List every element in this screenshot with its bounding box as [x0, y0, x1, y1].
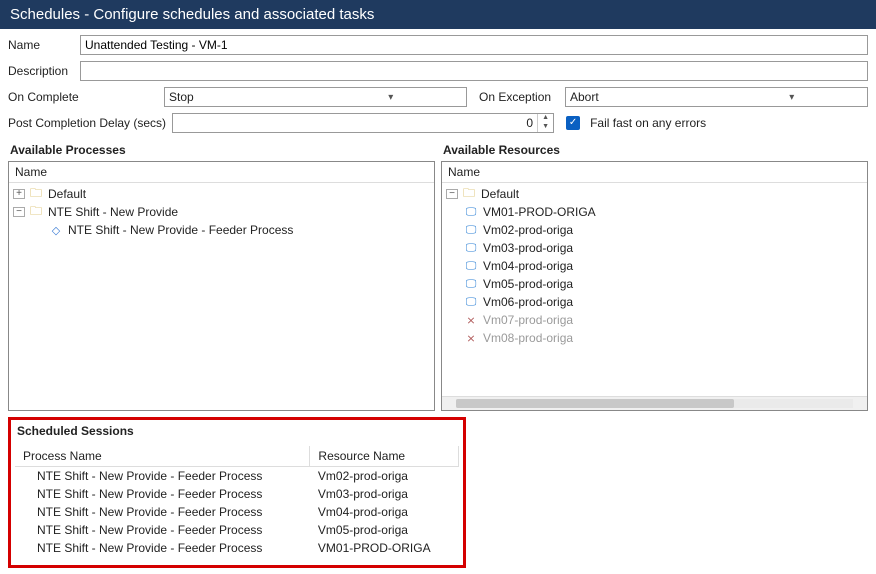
- process-group-label: NTE Shift - New Provide: [48, 205, 178, 219]
- monitor-icon: 🖵: [464, 259, 478, 273]
- label-on-complete: On Complete: [8, 90, 158, 104]
- session-resource-cell: Vm04-prod-origa: [310, 503, 459, 521]
- folder-icon: 🗀: [29, 187, 43, 201]
- folder-icon: 🗀: [29, 205, 43, 219]
- available-resources-title: Available Resources: [443, 143, 868, 157]
- scheduled-sessions-table: Process Name Resource Name NTE Shift - N…: [15, 446, 459, 557]
- expand-icon[interactable]: +: [13, 189, 25, 199]
- label-fail-fast: Fail fast on any errors: [590, 116, 706, 130]
- resource-item-label: VM01-PROD-ORIGA: [483, 205, 596, 219]
- label-on-exception: On Exception: [479, 90, 559, 104]
- process-icon: ◇: [49, 223, 63, 237]
- table-row[interactable]: NTE Shift - New Provide - Feeder Process…: [15, 503, 459, 521]
- name-field[interactable]: [80, 35, 868, 55]
- col-resource-header[interactable]: Resource Name: [310, 446, 459, 467]
- resource-tree-item[interactable]: 🖵 Vm02-prod-origa: [446, 221, 863, 239]
- resource-tree-item[interactable]: 🖵 VM01-PROD-ORIGA: [446, 203, 863, 221]
- stepper-down-icon[interactable]: ▼: [538, 123, 553, 132]
- session-resource-cell: VM01-PROD-ORIGA: [310, 539, 459, 557]
- resource-tree-item[interactable]: 🖵 Vm06-prod-origa: [446, 293, 863, 311]
- resources-name-header[interactable]: Name: [442, 162, 867, 183]
- label-name: Name: [8, 38, 74, 52]
- table-row[interactable]: NTE Shift - New Provide - Feeder Process…: [15, 521, 459, 539]
- table-row[interactable]: NTE Shift - New Provide - Feeder Process…: [15, 539, 459, 557]
- process-tree-root[interactable]: + 🗀 Default: [13, 185, 430, 203]
- session-resource-cell: Vm02-prod-origa: [310, 467, 459, 486]
- processes-name-header[interactable]: Name: [9, 162, 434, 183]
- resource-tree-item[interactable]: 🖵 Vm03-prod-origa: [446, 239, 863, 257]
- resource-root-label: Default: [481, 187, 519, 201]
- description-field[interactable]: [80, 61, 868, 81]
- scheduled-sessions-section: Scheduled Sessions Process Name Resource…: [8, 417, 466, 568]
- resource-tree-item[interactable]: ⨯ Vm08-prod-origa: [446, 329, 863, 347]
- session-process-cell: NTE Shift - New Provide - Feeder Process: [15, 467, 310, 486]
- resource-tree-item[interactable]: 🖵 Vm04-prod-origa: [446, 257, 863, 275]
- resource-tree-item[interactable]: 🖵 Vm05-prod-origa: [446, 275, 863, 293]
- horizontal-scrollbar[interactable]: [442, 396, 867, 410]
- monitor-icon: 🖵: [464, 223, 478, 237]
- on-complete-select[interactable]: Stop ▾: [164, 87, 467, 107]
- resource-item-label: Vm08-prod-origa: [483, 331, 573, 345]
- monitor-offline-icon: ⨯: [464, 331, 478, 345]
- session-resource-cell: Vm05-prod-origa: [310, 521, 459, 539]
- resource-item-label: Vm07-prod-origa: [483, 313, 573, 327]
- monitor-icon: 🖵: [464, 241, 478, 255]
- session-process-cell: NTE Shift - New Provide - Feeder Process: [15, 503, 310, 521]
- scheduled-sessions-title: Scheduled Sessions: [17, 424, 459, 438]
- post-delay-value: 0: [173, 114, 537, 132]
- collapse-icon[interactable]: −: [13, 207, 25, 217]
- fail-fast-checkbox[interactable]: ✓: [566, 116, 580, 130]
- resource-tree-root[interactable]: − 🗀 Default: [446, 185, 863, 203]
- monitor-icon: 🖵: [464, 295, 478, 309]
- resource-item-label: Vm06-prod-origa: [483, 295, 573, 309]
- available-processes-panel: Name + 🗀 Default − 🗀 NTE Shift - New Pro…: [8, 161, 435, 411]
- post-delay-stepper[interactable]: 0 ▲ ▼: [172, 113, 554, 133]
- chevron-down-icon: ▾: [717, 92, 868, 103]
- on-exception-select[interactable]: Abort ▾: [565, 87, 868, 107]
- monitor-icon: 🖵: [464, 277, 478, 291]
- session-resource-cell: Vm03-prod-origa: [310, 485, 459, 503]
- stepper-up-icon[interactable]: ▲: [538, 114, 553, 123]
- table-row[interactable]: NTE Shift - New Provide - Feeder Process…: [15, 467, 459, 486]
- chevron-down-icon: ▾: [316, 92, 467, 103]
- monitor-icon: 🖵: [464, 205, 478, 219]
- monitor-offline-icon: ⨯: [464, 313, 478, 327]
- available-resources-panel: Name − 🗀 Default 🖵 VM01-PROD-ORIGA 🖵 Vm02-p…: [441, 161, 868, 411]
- col-process-header[interactable]: Process Name: [15, 446, 310, 467]
- table-row[interactable]: NTE Shift - New Provide - Feeder Process…: [15, 485, 459, 503]
- on-exception-value: Abort: [566, 90, 717, 104]
- available-processes-title: Available Processes: [10, 143, 435, 157]
- resource-tree-item[interactable]: ⨯ Vm07-prod-origa: [446, 311, 863, 329]
- form-area: Name Description On Complete Stop ▾ On E…: [0, 29, 876, 133]
- on-complete-value: Stop: [165, 90, 316, 104]
- page-header: Schedules - Configure schedules and asso…: [0, 0, 876, 29]
- session-process-cell: NTE Shift - New Provide - Feeder Process: [15, 521, 310, 539]
- resource-item-label: Vm04-prod-origa: [483, 259, 573, 273]
- label-post-delay: Post Completion Delay (secs): [8, 116, 166, 130]
- process-item-label: NTE Shift - New Provide - Feeder Process: [68, 223, 293, 237]
- folder-icon: 🗀: [462, 187, 476, 201]
- label-description: Description: [8, 64, 74, 78]
- resource-item-label: Vm03-prod-origa: [483, 241, 573, 255]
- process-tree-item[interactable]: ◇ NTE Shift - New Provide - Feeder Proce…: [13, 221, 430, 239]
- collapse-icon[interactable]: −: [446, 189, 458, 199]
- resource-item-label: Vm05-prod-origa: [483, 277, 573, 291]
- session-process-cell: NTE Shift - New Provide - Feeder Process: [15, 539, 310, 557]
- session-process-cell: NTE Shift - New Provide - Feeder Process: [15, 485, 310, 503]
- process-root-label: Default: [48, 187, 86, 201]
- process-tree-group[interactable]: − 🗀 NTE Shift - New Provide: [13, 203, 430, 221]
- page-title: Schedules - Configure schedules and asso…: [10, 6, 374, 23]
- resource-item-label: Vm02-prod-origa: [483, 223, 573, 237]
